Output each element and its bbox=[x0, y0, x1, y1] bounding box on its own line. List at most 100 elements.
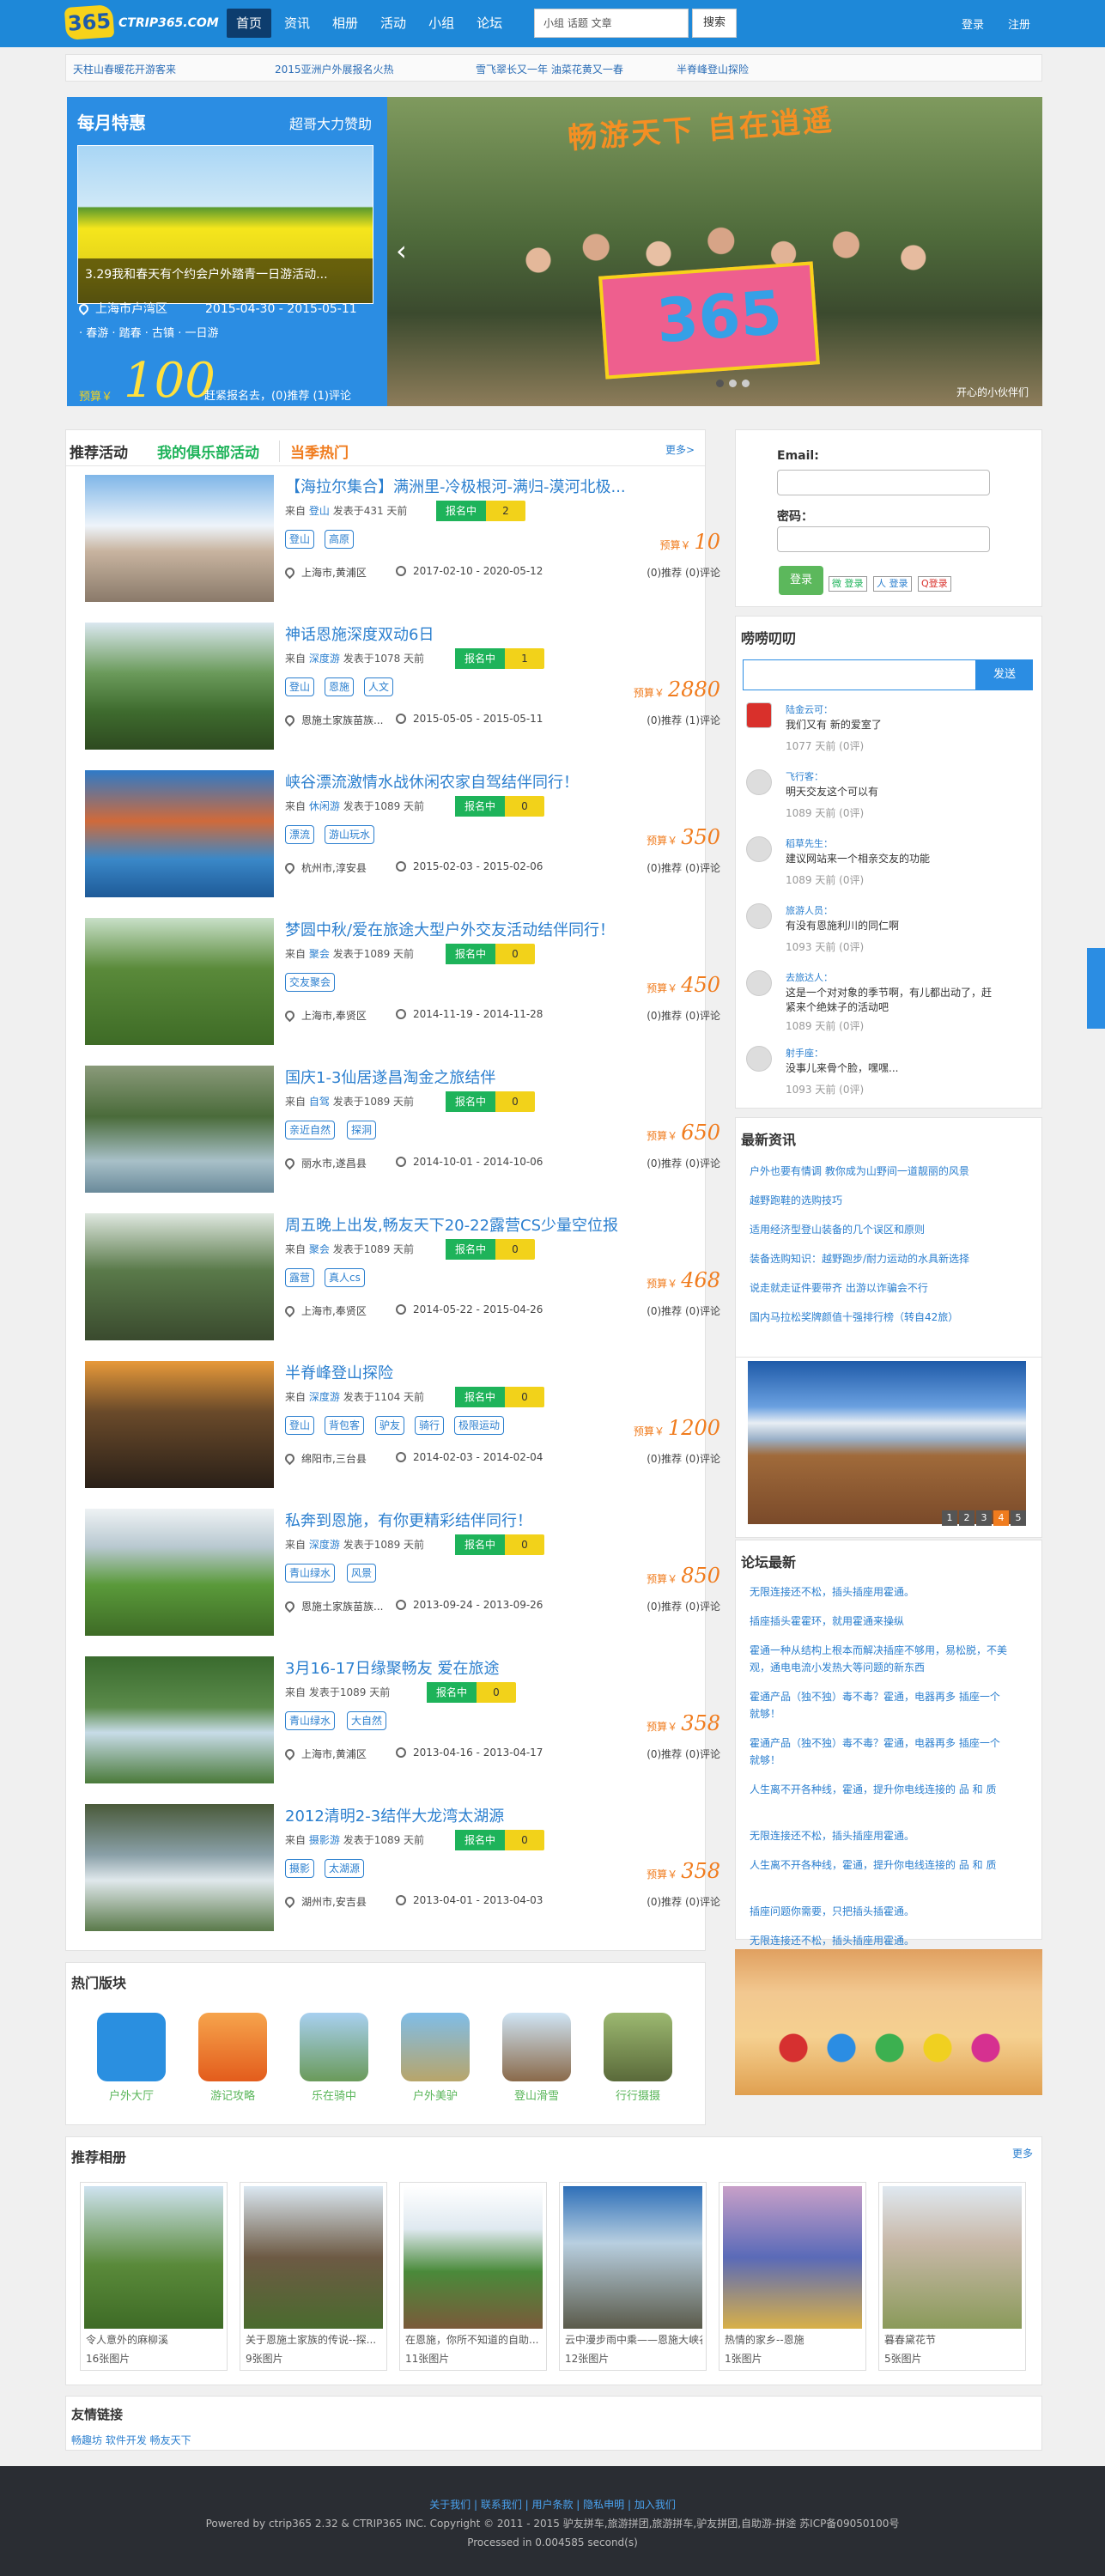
news-link[interactable]: 装备选购知识：越野跑步/耐力运动的水具新选择 bbox=[750, 1250, 1007, 1267]
deal-image[interactable]: 3.29我和春天有个约会户外踏青一日游活动... bbox=[77, 145, 373, 304]
activity-title[interactable]: 半脊峰登山探险 bbox=[285, 1361, 689, 1383]
register-link[interactable]: 注册 bbox=[1008, 15, 1030, 32]
nav-home[interactable]: 首页 bbox=[227, 9, 272, 38]
activity-stats[interactable]: (0)推荐 (0)评论 bbox=[647, 565, 720, 580]
nav-forum[interactable]: 论坛 bbox=[467, 9, 512, 38]
albums-more-link[interactable]: 更多 bbox=[1012, 2146, 1033, 2160]
activity-stats[interactable]: (0)推荐 (0)评论 bbox=[647, 1156, 720, 1170]
activity-stats[interactable]: (0)推荐 (0)评论 bbox=[647, 1599, 720, 1613]
chatter-author[interactable]: 稻草先生： bbox=[786, 836, 833, 850]
ticker-item[interactable]: 雪飞翠长又一年 油菜花黄又一春 bbox=[476, 62, 623, 76]
activity-tag[interactable]: 探洞 bbox=[347, 1121, 377, 1139]
block-cycling[interactable]: 乐在骑中 bbox=[300, 2013, 368, 2107]
tab-my-club[interactable]: 我的俱乐部活动 bbox=[157, 440, 259, 462]
renren-login-button[interactable]: 人 登录 bbox=[873, 576, 912, 592]
news-link[interactable]: 户外也要有情调 教你成为山野间一道靓丽的风景 bbox=[750, 1163, 1007, 1180]
activity-photo[interactable] bbox=[85, 1066, 274, 1193]
slider-dot[interactable] bbox=[742, 380, 750, 387]
activity-photo[interactable] bbox=[85, 1656, 274, 1783]
chatter-send-button[interactable]: 发送 bbox=[976, 659, 1033, 690]
activity-item[interactable]: 【海拉尔集合】满洲里-冷极根河-满归-漠河北极... 来自 登山 发表于431 天… bbox=[85, 475, 739, 612]
page-2[interactable]: 2 bbox=[959, 1510, 974, 1526]
activity-title[interactable]: 神话恩施深度双动6日 bbox=[285, 623, 689, 645]
news-link[interactable]: 适用经济型登山装备的几个误区和原则 bbox=[750, 1221, 1007, 1238]
activity-tag[interactable]: 背包客 bbox=[325, 1416, 365, 1435]
activity-category[interactable]: 登山 bbox=[309, 505, 330, 517]
news-link[interactable]: 越野跑鞋的选购技巧 bbox=[750, 1192, 1007, 1209]
search-input[interactable]: 小组 话题 文章 bbox=[534, 9, 689, 38]
activity-photo[interactable] bbox=[85, 1509, 274, 1636]
chatter-author[interactable]: 飞行客： bbox=[786, 769, 823, 783]
login-button[interactable]: 登录 bbox=[779, 566, 823, 595]
chatter-author[interactable]: 旅游人员： bbox=[786, 903, 833, 917]
activity-title[interactable]: 【海拉尔集合】满洲里-冷极根河-满归-漠河北极... bbox=[285, 475, 689, 497]
ticker-item[interactable]: 天柱山春暖花开游客来 bbox=[73, 62, 176, 76]
slider-dot[interactable] bbox=[716, 380, 724, 387]
activity-stats[interactable]: (0)推荐 (0)评论 bbox=[647, 860, 720, 875]
deal-actions[interactable]: 赶紧报名去，(0)推荐 (1)评论 bbox=[204, 386, 351, 403]
page-5[interactable]: 5 bbox=[1011, 1510, 1026, 1526]
activity-tag[interactable]: 风景 bbox=[347, 1564, 377, 1583]
activity-item[interactable]: 2012清明2-3结伴大龙湾太湖源 来自 摄影游 发表于1089 天前 报名中 0 摄影… bbox=[85, 1804, 739, 1941]
activity-photo[interactable] bbox=[85, 475, 274, 602]
nav-albums[interactable]: 相册 bbox=[323, 9, 367, 38]
avatar[interactable] bbox=[746, 836, 772, 862]
photo-carousel[interactable]: 1 2 3 4 5 bbox=[735, 1358, 1042, 1538]
block-photography[interactable]: 行行摄摄 bbox=[604, 2013, 672, 2107]
activity-title[interactable]: 周五晚上出发,畅友天下20-22露营CS少量空位报 bbox=[285, 1213, 689, 1236]
activity-tag[interactable]: 大自然 bbox=[347, 1711, 387, 1730]
login-link[interactable]: 登录 bbox=[962, 15, 984, 32]
activity-title[interactable]: 峡谷漂流激情水战休闲农家自驾结伴同行！ bbox=[285, 770, 689, 793]
avatar[interactable] bbox=[746, 769, 772, 795]
activity-title[interactable]: 3月16-17日缘聚畅友 爱在旅途 bbox=[285, 1656, 689, 1679]
activity-title[interactable]: 2012清明2-3结伴大龙湾太湖源 bbox=[285, 1804, 689, 1826]
activity-stats[interactable]: (0)推荐 (0)评论 bbox=[647, 1894, 720, 1909]
album-card[interactable]: 关于恩施土家族的传说--探... 9张图片 bbox=[240, 2182, 387, 2371]
site-logo[interactable]: 365 CTRIP365.COM bbox=[64, 4, 219, 40]
block-outdoor-beauty[interactable]: 户外美驴 bbox=[401, 2013, 470, 2107]
search-button[interactable]: 搜索 bbox=[692, 9, 737, 38]
activity-tag[interactable]: 极限运动 bbox=[454, 1416, 505, 1435]
page-3[interactable]: 3 bbox=[976, 1510, 992, 1526]
activity-photo[interactable] bbox=[85, 1361, 274, 1488]
avatar[interactable] bbox=[746, 1046, 772, 1072]
activity-tag[interactable]: 驴友 bbox=[375, 1416, 405, 1435]
activity-category[interactable]: 摄影游 bbox=[309, 1834, 340, 1846]
activity-category[interactable]: 休闲游 bbox=[309, 800, 340, 812]
news-link[interactable]: 国内马拉松奖牌颜值十强排行榜（转自42旅） bbox=[750, 1309, 1007, 1326]
album-card[interactable]: 在恩施，你所不知道的自助... 11张图片 bbox=[399, 2182, 547, 2371]
activity-tag[interactable]: 恩施 bbox=[325, 677, 355, 696]
email-field[interactable] bbox=[777, 470, 990, 495]
activity-stats[interactable]: (0)推荐 (0)评论 bbox=[647, 1303, 720, 1318]
prev-arrow-icon[interactable]: ‹ bbox=[396, 234, 407, 267]
nav-news[interactable]: 资讯 bbox=[275, 9, 319, 38]
chatter-author[interactable]: 射手座： bbox=[786, 1046, 823, 1060]
page-4[interactable]: 4 bbox=[993, 1510, 1009, 1526]
block-travel-guides[interactable]: 游记攻略 bbox=[198, 2013, 267, 2107]
tab-recommended[interactable]: 推荐活动 bbox=[70, 440, 128, 462]
activity-category[interactable]: 深度游 bbox=[309, 1391, 340, 1403]
activity-item[interactable]: 峡谷漂流激情水战休闲农家自驾结伴同行！ 来自 休闲游 发表于1089 天前 报名中 0… bbox=[85, 770, 739, 908]
side-banner-photo[interactable] bbox=[735, 1949, 1042, 2095]
forum-post-link[interactable]: 霍通产品（独不独）毒不毒？霍通，电器再多 插座一个就够！ bbox=[750, 1688, 1007, 1722]
qq-login-button[interactable]: Q登录 bbox=[918, 576, 951, 592]
activity-photo[interactable] bbox=[85, 1804, 274, 1931]
activity-title[interactable]: 私奔到恩施，有你更精彩结伴同行！ bbox=[285, 1509, 689, 1531]
activity-title[interactable]: 梦圆中秋/爱在旅途大型户外交友活动结伴同行！ bbox=[285, 918, 689, 940]
forum-post-link[interactable]: 插座插头霍霍环，就用霍通来操纵 bbox=[750, 1613, 1007, 1630]
ticker-item[interactable]: 2015亚洲户外展报名火热 bbox=[275, 62, 394, 76]
activity-tag[interactable]: 青山绿水 bbox=[285, 1711, 336, 1730]
activity-item[interactable]: 3月16-17日缘聚畅友 爱在旅途 来自 发表于1089 天前 报名中 0 青山绿水 大自… bbox=[85, 1656, 739, 1794]
activity-tag[interactable]: 骑行 bbox=[415, 1416, 445, 1435]
activity-item[interactable]: 梦圆中秋/爱在旅途大型户外交友活动结伴同行！ 来自 聚会 发表于1089 天前 报名… bbox=[85, 918, 739, 1055]
nav-groups[interactable]: 小组 bbox=[419, 9, 464, 38]
album-card[interactable]: 暮春黛花节 5张图片 bbox=[878, 2182, 1026, 2371]
forum-post-link[interactable]: 霍通一种从结构上根本而解决插座不够用，易松脱，不美观，通电电流小发热大等问题的新… bbox=[750, 1642, 1007, 1676]
forum-post-link[interactable]: 无限连接还不松，插头插座用霍通。 bbox=[750, 1932, 1007, 1949]
activity-category[interactable]: 自驾 bbox=[309, 1096, 330, 1108]
activity-tag[interactable]: 漂流 bbox=[285, 825, 315, 844]
activity-photo[interactable] bbox=[85, 770, 274, 897]
slider-dot[interactable] bbox=[729, 380, 737, 387]
activity-stats[interactable]: (0)推荐 (0)评论 bbox=[647, 1451, 720, 1466]
activity-tag[interactable]: 青山绿水 bbox=[285, 1564, 336, 1583]
